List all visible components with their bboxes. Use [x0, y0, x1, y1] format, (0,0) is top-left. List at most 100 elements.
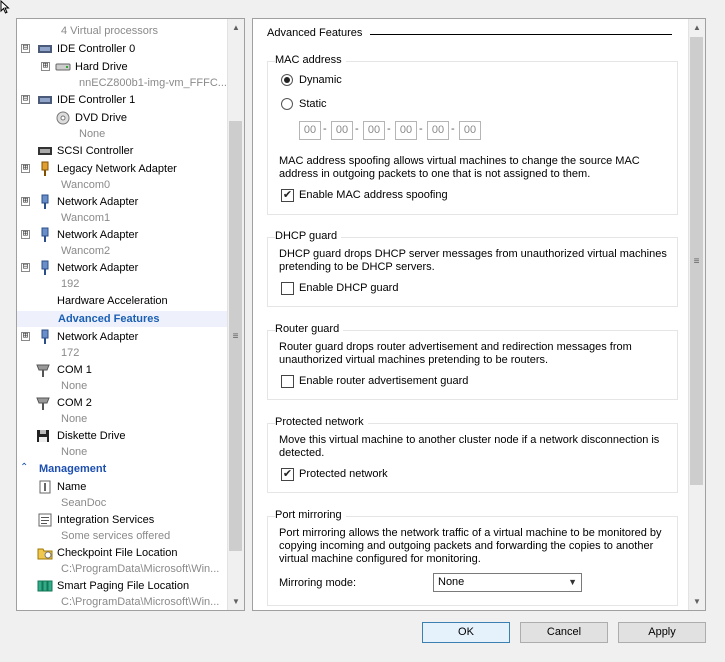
dvd-media: None [79, 128, 106, 140]
tree-item-network-detail: 172 [17, 345, 228, 361]
cancel-button[interactable]: Cancel [520, 622, 608, 643]
dvd-icon [55, 110, 71, 126]
tree-item-diskette-detail: None [17, 444, 228, 460]
dhcp-guard-checkbox[interactable] [281, 282, 294, 295]
mac-octet-input[interactable]: 00 [395, 121, 417, 140]
tree-item-integration-detail: Some services offered [17, 528, 228, 544]
hardware-tree[interactable]: 4 Virtual processors ⊟ IDE Controller 0 … [16, 18, 245, 611]
dynamic-label[interactable]: Dynamic [299, 74, 342, 86]
com-pipe: None [61, 413, 88, 425]
tree-item-dvd-detail: None [17, 126, 228, 142]
tree-item-network-adapter[interactable]: ⊞ Network Adapter [17, 329, 228, 345]
static-label[interactable]: Static [299, 98, 327, 110]
tree-item-hardware-acceleration[interactable]: Hardware Acceleration [17, 293, 228, 309]
tree-item-ide-controller-1[interactable]: ⊟ IDE Controller 1 [17, 92, 228, 108]
expand-icon[interactable]: ⊞ [21, 230, 30, 239]
checkpoint-folder-icon [37, 545, 53, 561]
apply-button[interactable]: Apply [618, 622, 706, 643]
tree-item-network-detail: 192 [17, 276, 228, 292]
tree-item-label: Name [57, 481, 87, 493]
ok-button[interactable]: OK [422, 622, 510, 643]
mac-octet-input[interactable]: 00 [331, 121, 353, 140]
scroll-up-icon[interactable]: ▲ [228, 19, 244, 36]
section-title: Management [39, 463, 107, 475]
tree-item-label: Legacy Network Adapter [57, 163, 177, 175]
tree-item-label: COM 2 [57, 397, 92, 409]
mac-octet-input[interactable]: 00 [427, 121, 449, 140]
hard-drive-icon [55, 59, 71, 75]
tree-item-hard-drive[interactable]: ⊞ Hard Drive [17, 59, 228, 75]
tree-item-label: Advanced Features [58, 313, 160, 325]
expand-icon[interactable]: ⊞ [21, 332, 30, 341]
expand-icon[interactable]: ⊞ [41, 62, 50, 71]
mac-separator: - [355, 123, 359, 135]
chevron-down-icon: ▼ [568, 577, 577, 587]
mac-separator: - [323, 123, 327, 135]
tree-item-com-detail: None [17, 378, 228, 394]
port-mirroring-description: Port mirroring allows the network traffi… [279, 527, 662, 565]
mirroring-mode-select[interactable]: None ▼ [433, 573, 582, 592]
tree-item-label: Network Adapter [57, 331, 139, 343]
protected-network-checkbox[interactable]: ✔ [281, 468, 294, 481]
dynamic-radio[interactable] [281, 74, 293, 86]
panel-scrollbar[interactable]: ▲ ≡ ▼ [688, 19, 705, 610]
mac-octet-input[interactable]: 00 [363, 121, 385, 140]
mirroring-mode-label: Mirroring mode: [279, 577, 357, 589]
tree-item-name[interactable]: Name [17, 479, 228, 495]
scroll-up-icon[interactable]: ▲ [689, 19, 705, 36]
network-name: 192 [61, 278, 80, 290]
tree-item-com-1[interactable]: COM 1 [17, 362, 228, 378]
protected-network-label[interactable]: Protected network [299, 468, 388, 480]
hard-drive-path: nnECZ800b1-img-vm_FFFC... [79, 77, 227, 89]
collapse-icon[interactable]: ⊟ [21, 44, 30, 53]
tree-item-checkpoint-detail: C:\ProgramData\Microsoft\Win... [17, 561, 228, 577]
tree-item-label: Hard Drive [75, 61, 128, 73]
tree-item-checkpoint-location[interactable]: Checkpoint File Location [17, 545, 228, 561]
tree-item-label: IDE Controller 1 [57, 94, 136, 106]
tree-item-label: COM 1 [57, 364, 92, 376]
tree-item-network-detail: Wancom1 [17, 210, 228, 226]
expand-icon[interactable]: ⊞ [21, 164, 30, 173]
tree-item-network-adapter[interactable]: ⊞ Network Adapter [17, 194, 228, 210]
network-name: Wancom1 [61, 212, 111, 224]
section-management[interactable]: ⌃ Management [17, 461, 228, 477]
mac-octet-input[interactable]: 00 [459, 121, 481, 140]
tree-item-hard-drive-detail: nnECZ800b1-img-vm_FFFC... [17, 75, 228, 91]
chevron-up-icon[interactable]: ⌃ [20, 462, 28, 473]
expand-icon[interactable]: ⊞ [21, 197, 30, 206]
router-guard-label[interactable]: Enable router advertisement guard [299, 375, 468, 387]
scroll-down-icon[interactable]: ▼ [689, 593, 705, 610]
collapse-icon[interactable]: ⊟ [21, 95, 30, 104]
tree-scrollbar[interactable]: ▲ ≡ ▼ [227, 19, 244, 610]
tree-item-com-2[interactable]: COM 2 [17, 395, 228, 411]
tree-item-network-adapter[interactable]: ⊞ Network Adapter [17, 227, 228, 243]
network-adapter-icon [37, 194, 53, 210]
mac-spoofing-checkbox[interactable]: ✔ [281, 189, 294, 202]
tree-item-integration-services[interactable]: Integration Services [17, 512, 228, 528]
tree-item-diskette-drive[interactable]: Diskette Drive [17, 428, 228, 444]
scroll-thumb[interactable]: ≡ [690, 37, 703, 485]
tree-item-name-detail: SeanDoc [17, 495, 228, 511]
legacy-network-adapter-icon [37, 161, 53, 177]
tree-item-dvd-drive[interactable]: DVD Drive [17, 110, 228, 126]
collapse-icon[interactable]: ⊟ [21, 263, 30, 272]
static-radio[interactable] [281, 98, 293, 110]
tree-item-smart-paging-location[interactable]: Smart Paging File Location [17, 578, 228, 594]
mac-spoofing-label[interactable]: Enable MAC address spoofing [299, 189, 448, 201]
mac-octet-input[interactable]: 00 [299, 121, 321, 140]
tree-item-network-adapter[interactable]: ⊟ Network Adapter [17, 260, 228, 276]
scroll-down-icon[interactable]: ▼ [228, 593, 244, 610]
mac-spoofing-description: MAC address spoofing allows virtual mach… [279, 155, 640, 180]
tree-item-scsi-controller[interactable]: SCSI Controller [17, 143, 228, 159]
protected-network-description: Move this virtual machine to another clu… [279, 434, 660, 459]
tree-item-processor[interactable]: 4 Virtual processors [17, 23, 228, 39]
tree-item-legacy-network-adapter[interactable]: ⊞ Legacy Network Adapter [17, 161, 228, 177]
scroll-thumb[interactable]: ≡ [229, 121, 242, 551]
tree-item-advanced-features[interactable]: Advanced Features [17, 311, 228, 327]
router-guard-checkbox[interactable] [281, 375, 294, 388]
tree-item-ide-controller-0[interactable]: ⊟ IDE Controller 0 [17, 41, 228, 57]
integration-status: Some services offered [61, 530, 171, 542]
mac-separator: - [419, 123, 423, 135]
dhcp-guard-label[interactable]: Enable DHCP guard [299, 282, 398, 294]
mouse-pointer-icon [0, 0, 10, 14]
